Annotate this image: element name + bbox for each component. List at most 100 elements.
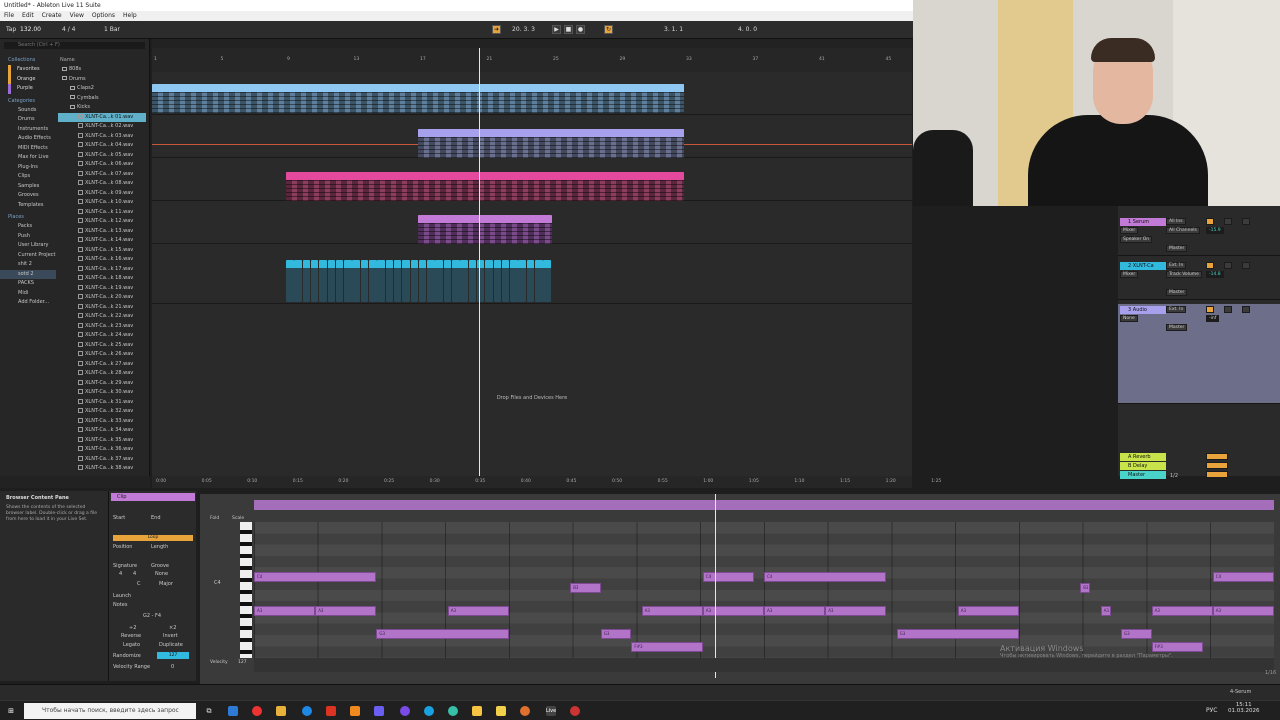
- ableton-icon[interactable]: Live: [546, 706, 556, 716]
- audio-clip[interactable]: [460, 260, 468, 302]
- arm-button[interactable]: [1242, 218, 1250, 225]
- divide-button[interactable]: ÷2: [129, 625, 136, 631]
- note-grid[interactable]: C4 C4 C4 C4 B3 B3 A3 A3 A3 A3 A3 A3 A3 A3 A3 A3 A3 G3 G3 G3…: [254, 494, 1274, 678]
- midi-clip[interactable]: [418, 129, 684, 158]
- place-item[interactable]: Current Project: [0, 251, 56, 261]
- midi-note[interactable]: C4: [1212, 572, 1274, 582]
- file-item[interactable]: XLNT-Ca...k 38.wav: [58, 464, 146, 474]
- midi-note[interactable]: B3: [570, 583, 601, 594]
- audio-clip[interactable]: [518, 260, 526, 302]
- midi-note[interactable]: A3: [641, 605, 703, 616]
- track-activator[interactable]: [1206, 218, 1214, 225]
- midi-note[interactable]: A3: [825, 605, 887, 616]
- file-item[interactable]: XLNT-Ca...k 03.wav: [58, 132, 146, 142]
- app-icon[interactable]: [448, 706, 458, 716]
- scale-root[interactable]: C: [137, 581, 141, 587]
- audio-clip[interactable]: [468, 260, 477, 302]
- place-item[interactable]: Push: [0, 232, 56, 242]
- file-item[interactable]: XLNT-Ca...k 12.wav: [58, 217, 146, 227]
- audio-output[interactable]: Master: [1166, 245, 1188, 252]
- play-button[interactable]: ▶: [552, 25, 561, 34]
- audio-clip[interactable]: [402, 260, 410, 302]
- invert-button[interactable]: Invert: [163, 633, 178, 639]
- file-item[interactable]: XLNT-Ca...k 25.wav: [58, 341, 146, 351]
- file-item[interactable]: XLNT-Ca...k 06.wav: [58, 160, 146, 170]
- folder-item[interactable]: Kicks: [58, 103, 146, 113]
- category-item[interactable]: Grooves: [0, 191, 56, 201]
- arm-button[interactable]: [1242, 306, 1250, 313]
- audio-clip[interactable]: [493, 260, 501, 302]
- input-type[interactable]: Ext. In: [1166, 262, 1187, 269]
- audio-clip[interactable]: [526, 260, 535, 302]
- file-item[interactable]: XLNT-Ca...k 16.wav: [58, 255, 146, 265]
- track-volume[interactable]: -15.9: [1206, 227, 1224, 234]
- fold-button[interactable]: Fold: [210, 516, 219, 521]
- mixer-track[interactable]: 1 Serum All Ins Mixer All Channels Speaker O…: [1118, 216, 1280, 256]
- audio-output[interactable]: Master: [1166, 324, 1188, 331]
- file-item[interactable]: XLNT-Ca...k 23.wav: [58, 322, 146, 332]
- windows-start-icon[interactable]: ⊞: [6, 706, 16, 716]
- file-item[interactable]: XLNT-Ca...k 20.wav: [58, 293, 146, 303]
- menu-options[interactable]: Options: [92, 12, 115, 20]
- midi-note[interactable]: C4: [702, 572, 754, 582]
- skype-icon[interactable]: [302, 706, 312, 716]
- midi-note[interactable]: G3: [1121, 628, 1152, 639]
- files-app-icon[interactable]: [228, 706, 238, 716]
- loop-toggle[interactable]: Loop: [113, 535, 193, 541]
- app-icon[interactable]: [472, 706, 482, 716]
- audio-clip[interactable]: [286, 260, 294, 302]
- category-item[interactable]: Sounds: [0, 106, 56, 116]
- category-item[interactable]: Instruments: [0, 125, 56, 135]
- track-activator[interactable]: [1206, 306, 1214, 313]
- audio-clip[interactable]: [335, 260, 344, 302]
- track-activator[interactable]: [1206, 262, 1214, 269]
- language-indicator[interactable]: РУС: [1206, 707, 1217, 714]
- midi-note[interactable]: A3: [315, 605, 377, 616]
- file-item[interactable]: XLNT-Ca...k 19.wav: [58, 284, 146, 294]
- song-position[interactable]: 20. 3. 3: [512, 26, 535, 33]
- follow-button[interactable]: ➜: [492, 25, 501, 34]
- solo-button[interactable]: [1224, 306, 1232, 313]
- stop-button[interactable]: ■: [564, 25, 573, 34]
- monitor-route[interactable]: Mixer: [1120, 227, 1139, 234]
- audio-clip[interactable]: [443, 260, 452, 302]
- loop-length[interactable]: 4. 0. 0: [738, 26, 757, 33]
- audio-clip[interactable]: [418, 260, 427, 302]
- audio-clip[interactable]: [327, 260, 335, 302]
- midi-clip[interactable]: [418, 215, 552, 244]
- midi-note[interactable]: A3: [764, 605, 826, 616]
- reverse-button[interactable]: Reverse: [121, 633, 141, 639]
- midi-note[interactable]: G3: [600, 628, 632, 639]
- category-item[interactable]: Drums: [0, 115, 56, 125]
- arrangement-track[interactable]: [152, 244, 912, 304]
- audio-clip[interactable]: [435, 260, 443, 302]
- track-volume[interactable]: -inf: [1206, 315, 1220, 322]
- file-item[interactable]: XLNT-Ca...k 01.wav: [58, 112, 146, 122]
- file-item[interactable]: XLNT-Ca...k 22.wav: [58, 312, 146, 322]
- category-item[interactable]: Plug-Ins: [0, 163, 56, 173]
- status-track-name[interactable]: 4-Serum: [1230, 689, 1251, 695]
- file-item[interactable]: XLNT-Ca...k 26.wav: [58, 350, 146, 360]
- taskbar-search[interactable]: Чтобы начать поиск, введите здесь запрос: [24, 703, 196, 719]
- file-item[interactable]: XLNT-Ca...k 34.wav: [58, 426, 146, 436]
- velocity-range-value[interactable]: 0: [171, 664, 174, 670]
- viber-icon[interactable]: [400, 706, 410, 716]
- return-volume[interactable]: [1206, 471, 1228, 478]
- signature-numerator[interactable]: 4: [119, 571, 122, 577]
- audio-clip[interactable]: [393, 260, 402, 302]
- midi-note[interactable]: A3: [957, 605, 1019, 616]
- file-item[interactable]: XLNT-Ca...k 37.wav: [58, 455, 146, 465]
- folder-item[interactable]: 808s: [58, 65, 146, 75]
- return-volume[interactable]: [1206, 462, 1228, 469]
- menu-file[interactable]: File: [4, 12, 14, 20]
- category-item[interactable]: Samples: [0, 182, 56, 192]
- arrangement-track[interactable]: [152, 72, 912, 115]
- file-item[interactable]: XLNT-Ca...k 13.wav: [58, 227, 146, 237]
- signature-denominator[interactable]: 4: [133, 571, 136, 577]
- folder-item[interactable]: Drums: [58, 75, 146, 85]
- audio-clip[interactable]: [410, 260, 418, 302]
- file-item[interactable]: XLNT-Ca...k 28.wav: [58, 369, 146, 379]
- app-icon[interactable]: [374, 706, 384, 716]
- midi-note[interactable]: A3: [1212, 605, 1274, 616]
- menu-create[interactable]: Create: [42, 12, 62, 20]
